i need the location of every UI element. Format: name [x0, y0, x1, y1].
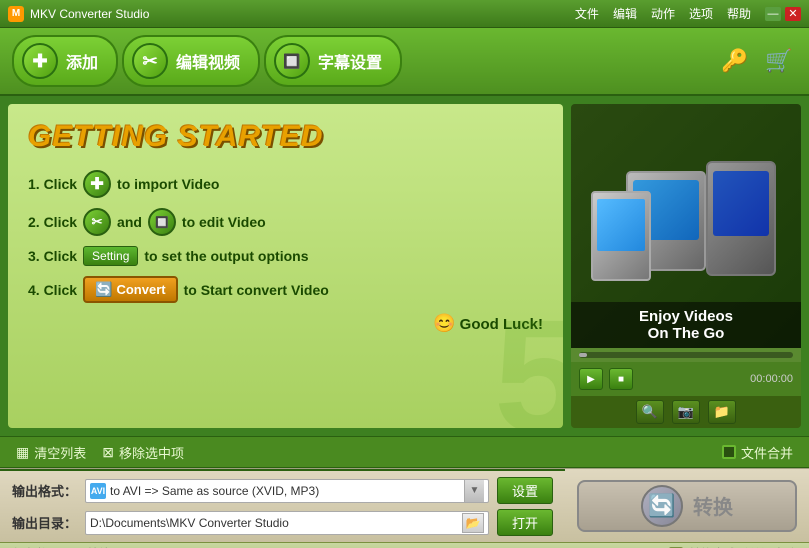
dir-label: 输出目录： — [12, 513, 77, 532]
camera-icon[interactable]: 📷 — [672, 400, 700, 424]
menu-file[interactable]: 文件 — [575, 5, 599, 22]
close-button[interactable]: ✕ — [785, 7, 801, 21]
app-icon: M — [8, 6, 24, 22]
preview-bottom-controls: 🔍 📷 📁 — [571, 396, 801, 428]
remove-selected-button[interactable]: ⊠ 移除选中项 — [102, 443, 200, 462]
scissors-icon: ✂ — [132, 43, 168, 79]
edit-video-button[interactable]: ✂ 编辑视频 — [122, 35, 260, 87]
step2-text: to edit Video — [182, 214, 266, 230]
menu-help[interactable]: 帮助 — [727, 5, 751, 22]
toolbar: ✚ 添加 ✂ 编辑视频 🔲 字幕设置 🔑 🛒 — [0, 28, 809, 96]
menu-edit[interactable]: 编辑 — [613, 5, 637, 22]
step4-text: to Start convert Video — [184, 282, 329, 298]
stop-button[interactable]: ■ — [609, 368, 633, 390]
subtitle-button[interactable]: 🔲 字幕设置 — [264, 35, 402, 87]
main-area: 5 GETTING STARTED 1. Click ✚ to import V… — [0, 96, 809, 436]
step4-num: 4. Click — [28, 282, 77, 298]
grid-icon: ▦ — [16, 444, 29, 461]
preview-image-area: Enjoy Videos On The Go — [571, 104, 801, 348]
bg-logo: 5 — [494, 284, 563, 428]
device-front — [591, 191, 651, 281]
step3-text: to set the output options — [144, 248, 308, 264]
convert-button[interactable]: 🔄 转换 — [577, 480, 797, 532]
merge-checkbox-area: 文件合并 — [722, 443, 793, 462]
good-luck-text: 😊 Good Luck! — [28, 313, 543, 334]
step2-and: and — [117, 214, 142, 230]
step2-num: 2. Click — [28, 214, 77, 230]
gs-title: GETTING STARTED — [28, 120, 543, 154]
zoom-in-icon[interactable]: 🔍 — [636, 400, 664, 424]
device-back — [706, 161, 776, 276]
format-value: to AVI => Same as source (XVID, MP3) — [110, 484, 460, 498]
gs-step-1: 1. Click ✚ to import Video — [28, 170, 543, 198]
list-toolbar: ▦ 清空列表 ⊠ 移除选中项 文件合并 — [0, 436, 809, 468]
merge-checkbox[interactable] — [722, 445, 736, 459]
dir-path-text: D:\Documents\MKV Converter Studio — [90, 516, 458, 530]
toolbar-right: 🔑 🛒 — [717, 43, 797, 79]
convert-icon: 🔄 — [641, 485, 683, 527]
preview-caption: Enjoy Videos On The Go — [571, 302, 801, 348]
step1-num: 1. Click — [28, 176, 77, 192]
setting-button[interactable]: Setting — [83, 246, 138, 266]
app-title: MKV Converter Studio — [30, 7, 575, 21]
folder-icon[interactable]: 📁 — [708, 400, 736, 424]
menu-bar: 文件 编辑 动作 选项 帮助 — [575, 5, 751, 22]
device-back-screen — [713, 171, 769, 236]
output-area: 输出格式： AVI to AVI => Same as source (XVID… — [0, 468, 809, 542]
dir-path: D:\Documents\MKV Converter Studio 📂 — [85, 511, 489, 535]
window-controls: — ✕ — [765, 7, 801, 21]
smiley-icon: 😊 — [433, 313, 455, 333]
remove-icon: ⊠ — [102, 444, 114, 461]
merge-label: 文件合并 — [741, 443, 793, 462]
gs-steps: 1. Click ✚ to import Video 2. Click ✂ an… — [28, 170, 543, 303]
menu-options[interactable]: 选项 — [689, 5, 713, 22]
add-icon: ✚ — [22, 43, 58, 79]
format-select[interactable]: AVI to AVI => Same as source (XVID, MP3)… — [85, 479, 489, 503]
title-bar: M MKV Converter Studio 文件 编辑 动作 选项 帮助 — … — [0, 0, 809, 28]
step1-add-icon: ✚ — [83, 170, 111, 198]
output-settings: 输出格式： AVI to AVI => Same as source (XVID… — [0, 469, 565, 542]
dir-row: 输出目录： D:\Documents\MKV Converter Studio … — [12, 509, 553, 536]
clear-list-button[interactable]: ▦ 清空列表 — [16, 443, 102, 462]
preview-panel: Enjoy Videos On The Go ▶ ■ 00:00:00 🔍 📷 — [571, 104, 801, 428]
device-front-screen — [597, 199, 645, 251]
gs-step-2: 2. Click ✂ and 🔲 to edit Video — [28, 208, 543, 236]
seekbar-area — [571, 348, 801, 362]
getting-started-panel: 5 GETTING STARTED 1. Click ✚ to import V… — [8, 104, 563, 428]
gs-step-3: 3. Click Setting to set the output optio… — [28, 246, 543, 266]
seekbar[interactable] — [579, 352, 793, 358]
seekbar-thumb — [579, 353, 587, 357]
playback-controls: ▶ ■ 00:00:00 — [571, 362, 801, 396]
key-icon[interactable]: 🔑 — [717, 43, 753, 79]
device-illustration — [591, 156, 781, 296]
time-display: 00:00:00 — [639, 373, 793, 385]
convert-btn-area: 🔄 转换 — [565, 469, 809, 542]
settings-button[interactable]: 设置 — [497, 477, 553, 504]
step2-sub-icon: 🔲 — [148, 208, 176, 236]
convert-btn-label: 转换 — [693, 491, 733, 520]
gs-step-4: 4. Click 🔄 Convert to Start convert Vide… — [28, 276, 543, 303]
format-row: 输出格式： AVI to AVI => Same as source (XVID… — [12, 477, 553, 504]
minimize-button[interactable]: — — [765, 7, 781, 21]
step2-scissors-icon: ✂ — [83, 208, 111, 236]
convert-button-inline[interactable]: 🔄 Convert — [83, 276, 178, 303]
status-bar: 任务数：0 就绪 转换完成后关闭电脑 — [0, 542, 809, 548]
step1-text: to import Video — [117, 176, 219, 192]
browse-button[interactable]: 📂 — [462, 513, 484, 533]
subtitle-icon: 🔲 — [274, 43, 310, 79]
format-icon: AVI — [90, 483, 106, 499]
open-button[interactable]: 打开 — [497, 509, 553, 536]
step3-num: 3. Click — [28, 248, 77, 264]
cart-icon[interactable]: 🛒 — [761, 43, 797, 79]
format-label: 输出格式： — [12, 481, 77, 500]
format-dropdown-arrow[interactable]: ▼ — [464, 480, 484, 502]
play-button[interactable]: ▶ — [579, 368, 603, 390]
add-button[interactable]: ✚ 添加 — [12, 35, 118, 87]
menu-action[interactable]: 动作 — [651, 5, 675, 22]
